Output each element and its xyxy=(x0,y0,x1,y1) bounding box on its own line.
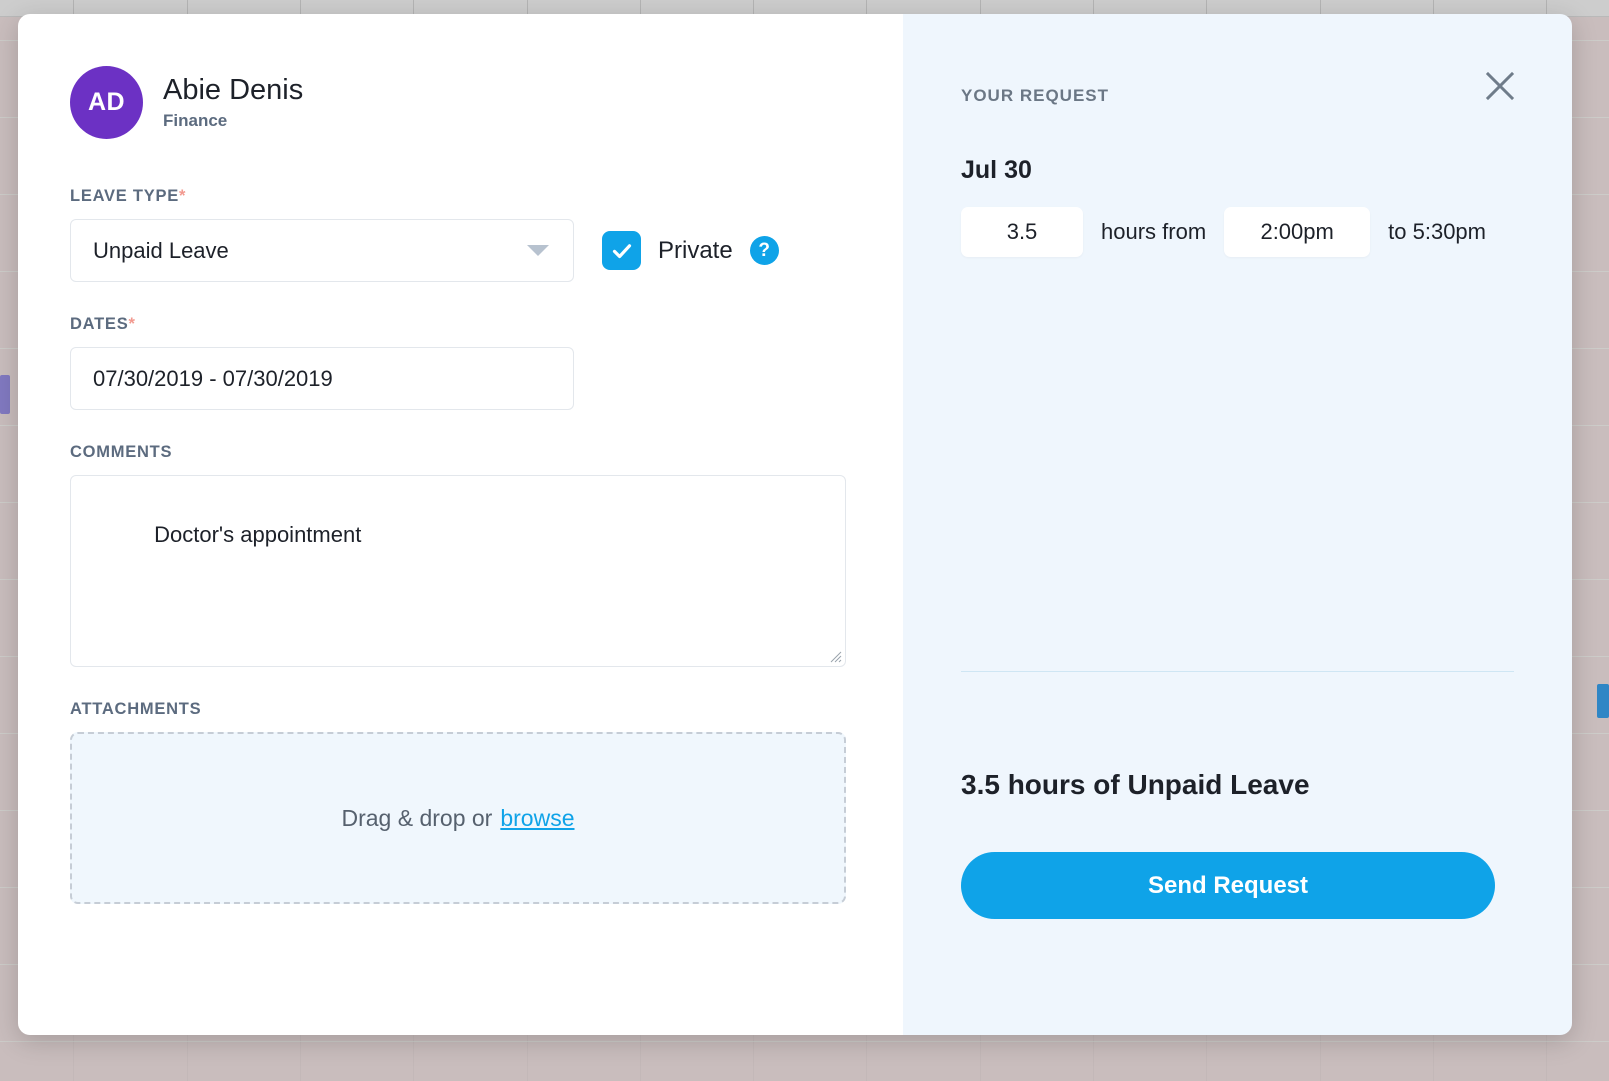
resize-handle-icon[interactable] xyxy=(828,649,842,663)
dates-group: DATES* 07/30/2019 - 07/30/2019 xyxy=(70,315,863,410)
start-time-input[interactable]: 2:00pm xyxy=(1224,207,1371,257)
calendar-event-left xyxy=(0,375,10,414)
request-summary-panel: YOUR REQUEST Jul 30 3.5 hours from 2:00p… xyxy=(903,14,1572,1035)
start-time-value: 2:00pm xyxy=(1260,219,1334,244)
leave-type-required-mark: * xyxy=(178,187,187,205)
attachments-dropzone[interactable]: Drag & drop or browse xyxy=(70,732,846,904)
employee-identity: AD Abie Denis Finance xyxy=(70,66,863,139)
employee-info: Abie Denis Finance xyxy=(163,74,303,130)
summary-title: YOUR REQUEST xyxy=(961,86,1110,105)
attachments-label: ATTACHMENTS xyxy=(70,700,202,718)
leave-type-label: LEAVE TYPE* xyxy=(70,187,863,206)
private-label: Private xyxy=(658,236,733,264)
leave-request-form: AD Abie Denis Finance LEAVE TYPE* Unpaid… xyxy=(18,14,903,1035)
dates-label: DATES* xyxy=(70,315,863,334)
help-icon[interactable]: ? xyxy=(749,236,779,265)
hours-value: 3.5 xyxy=(1006,219,1038,244)
comments-value: Doctor's appointment xyxy=(154,522,362,547)
calendar-event-right xyxy=(1597,684,1609,718)
comments-textarea[interactable]: Doctor's appointment xyxy=(70,475,846,667)
chevron-down-icon xyxy=(527,245,549,256)
request-duration-row: 3.5 hours from 2:00pm to 5:30pm xyxy=(961,207,1514,257)
leave-type-value: Unpaid Leave xyxy=(93,237,229,263)
end-time-label: to 5:30pm xyxy=(1388,219,1486,244)
attachments-group: ATTACHMENTS Drag & drop or browse xyxy=(70,700,863,904)
comments-label: COMMENTS xyxy=(70,443,173,461)
leave-type-row: Unpaid Leave Private ? xyxy=(70,219,863,282)
leave-type-label-text: LEAVE TYPE xyxy=(70,187,179,205)
dates-required-mark: * xyxy=(128,315,136,333)
request-date: Jul 30 xyxy=(961,156,1032,184)
send-request-button[interactable]: Send Request xyxy=(961,852,1495,919)
leave-type-select[interactable]: Unpaid Leave xyxy=(70,219,574,282)
private-toggle-group: Private ? xyxy=(602,231,779,270)
close-icon[interactable] xyxy=(1484,70,1516,102)
summary-total: 3.5 hours of Unpaid Leave xyxy=(961,769,1310,800)
leave-request-modal: AD Abie Denis Finance LEAVE TYPE* Unpaid… xyxy=(18,14,1572,1035)
hours-from-label: hours from xyxy=(1101,219,1207,244)
dates-value: 07/30/2019 - 07/30/2019 xyxy=(93,365,333,391)
private-checkbox[interactable] xyxy=(602,231,641,270)
leave-type-group: LEAVE TYPE* Unpaid Leave Private ? xyxy=(70,187,863,282)
avatar: AD xyxy=(70,66,143,139)
employee-name: Abie Denis xyxy=(163,74,304,107)
dropzone-prompt: Drag & drop or xyxy=(341,804,493,831)
comments-group: COMMENTS Doctor's appointment xyxy=(70,443,863,667)
employee-department: Finance xyxy=(163,110,228,130)
hours-input[interactable]: 3.5 xyxy=(961,207,1083,257)
dates-input[interactable]: 07/30/2019 - 07/30/2019 xyxy=(70,347,574,410)
summary-divider xyxy=(961,671,1514,672)
dates-label-text: DATES xyxy=(70,315,129,333)
browse-link[interactable]: browse xyxy=(500,805,574,832)
